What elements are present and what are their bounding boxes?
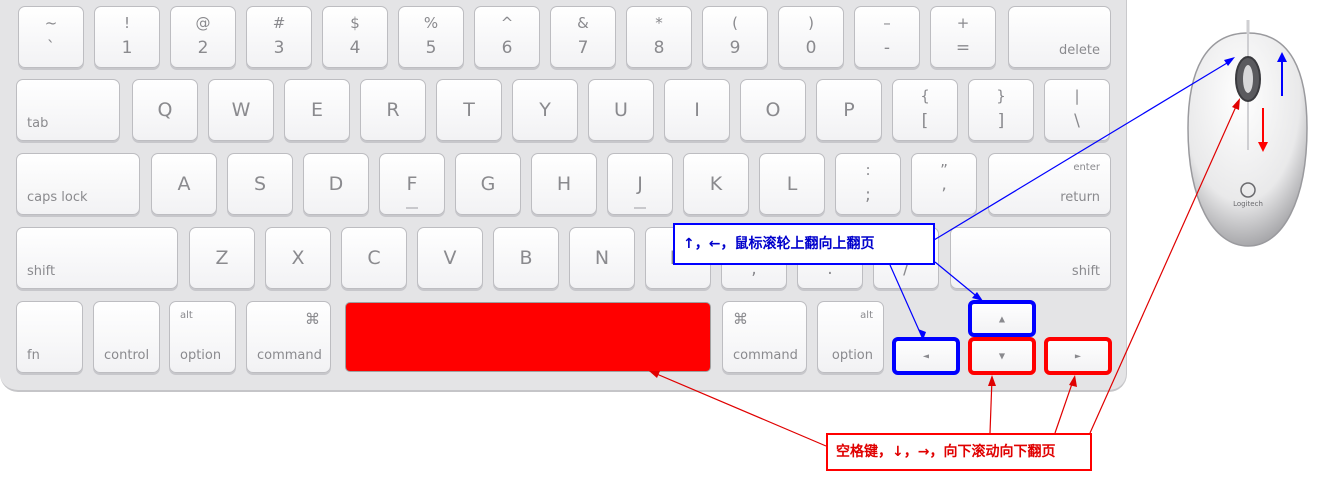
connector-blue-to-wheel (933, 59, 1233, 241)
connector-blue-to-left (889, 264, 923, 338)
logitech-brand-text: Logitech (1233, 200, 1263, 208)
scroll-up-callout: ↑，←，鼠标滚轮上翻向上翻页 (673, 223, 935, 265)
connector-blue-to-up (934, 261, 981, 300)
connector-red-to-space (651, 371, 827, 447)
connector-red-to-wheel (1089, 101, 1239, 434)
scroll-down-callout: 空格键，↓，→，向下滚动向下翻页 (826, 433, 1092, 471)
connector-red-to-down (989, 377, 993, 434)
mouse-illustration: Logitech (649, 20, 1308, 447)
connector-red-to-right (1054, 377, 1075, 434)
